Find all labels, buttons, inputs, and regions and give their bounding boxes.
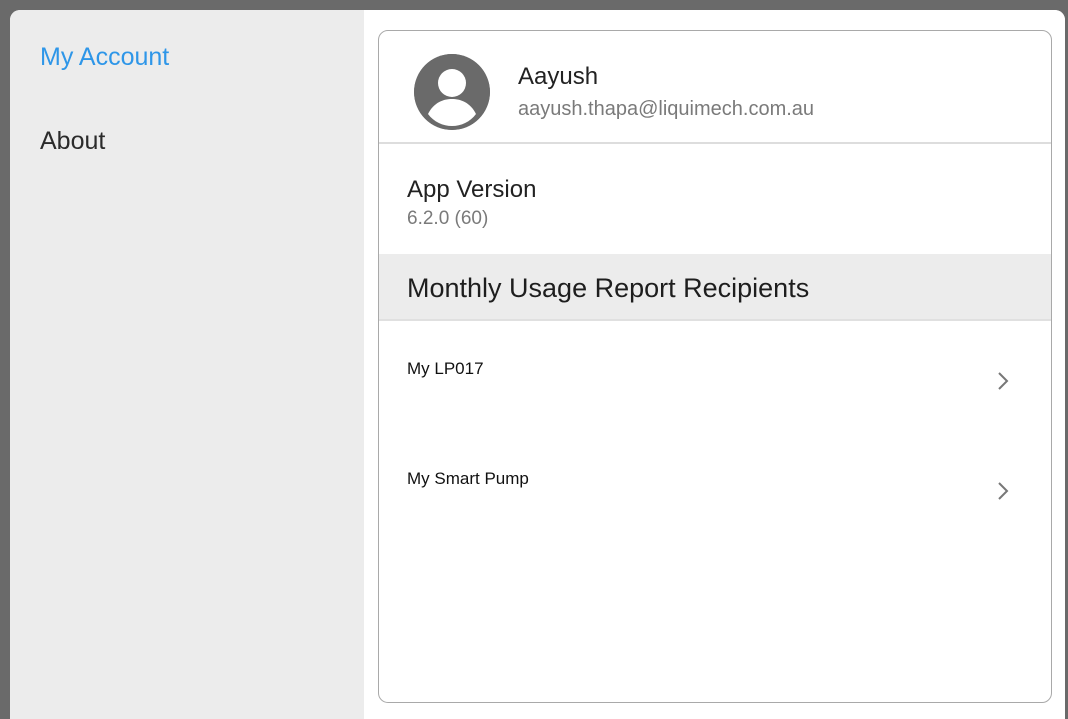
profile-name: Aayush — [518, 63, 599, 90]
sidebar: My Account About — [10, 10, 364, 719]
section-header-report-recipients: Monthly Usage Report Recipients — [379, 254, 1051, 321]
sidebar-item-about[interactable]: About — [40, 126, 105, 156]
chevron-right-icon — [998, 372, 1009, 390]
profile-email: aayush.thapa@liquimech.com.au — [518, 98, 815, 120]
profile-header: Aayush aayush.thapa@liquimech.com.au — [379, 31, 1051, 144]
account-card: Aayush aayush.thapa@liquimech.com.au App… — [378, 30, 1052, 703]
settings-window: My Account About Aayush aayush.thapa@liq… — [10, 10, 1065, 719]
list-item-label: My Smart Pump — [407, 469, 529, 488]
list-item-my-lp017[interactable]: My LP017 — [379, 331, 1051, 431]
sidebar-item-my-account[interactable]: My Account — [40, 42, 169, 72]
app-version-value: 6.2.0 (60) — [407, 208, 489, 229]
list-item-label: My LP017 — [407, 359, 484, 378]
section-title: Monthly Usage Report Recipients — [407, 273, 810, 303]
main-content: Aayush aayush.thapa@liquimech.com.au App… — [364, 10, 1065, 719]
app-version-label: App Version — [407, 176, 537, 203]
app-version-block: App Version 6.2.0 (60) — [379, 144, 1051, 254]
user-avatar-icon — [414, 54, 490, 130]
list-item-my-smart-pump[interactable]: My Smart Pump — [379, 441, 1051, 541]
chevron-right-icon — [998, 482, 1009, 500]
